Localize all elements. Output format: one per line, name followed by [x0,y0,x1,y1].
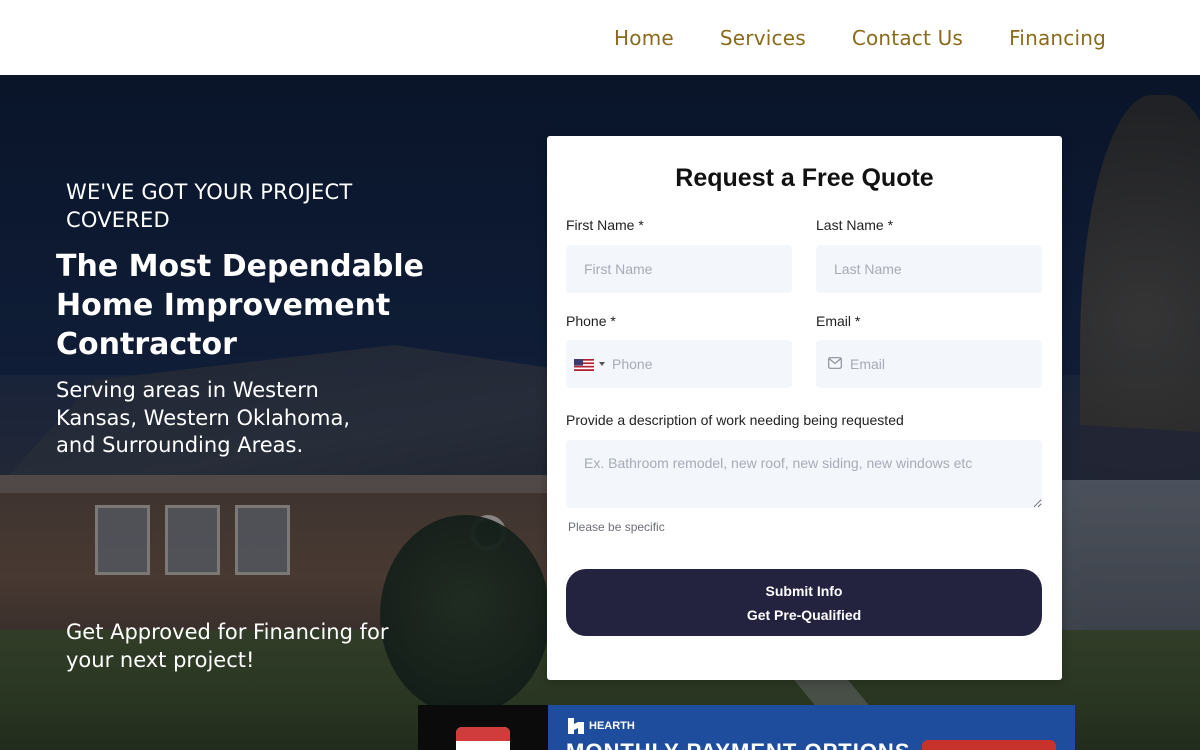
required-marker: * [887,217,894,233]
nav-financing[interactable]: Financing [1009,26,1106,50]
financing-banner-image [418,705,548,750]
email-label: Email * [816,313,860,329]
mail-icon [828,357,842,369]
description-field[interactable] [566,440,1042,508]
calendar-icon [456,727,510,750]
hero-headline: The Most Dependable Home Improvement Con… [56,249,424,362]
last-name-label-text: Last Name [816,217,884,233]
phone-field[interactable] [610,340,790,388]
submit-button[interactable]: Submit Info Get Pre-Qualified [566,569,1042,636]
phone-label-text: Phone [566,313,607,329]
country-dropdown-caret-icon[interactable] [599,362,605,366]
form-title: Request a Free Quote [675,164,934,192]
hero-eyebrow: WE'VE GOT YOUR PROJECT COVERED [66,180,353,232]
site-header: Home Services Contact Us Financing [0,0,1200,75]
first-name-label: First Name * [566,217,644,233]
phone-field-wrapper [566,340,792,388]
description-label: Provide a description of work needing be… [566,412,904,428]
us-flag-icon[interactable] [574,359,594,371]
required-marker: * [610,313,616,329]
email-field-wrapper [816,340,1042,388]
required-marker: * [638,217,644,233]
description-hint: Please be specific [568,520,665,534]
hearth-brand-name: HEARTH [589,720,635,732]
hero-subhead: Serving areas in Western Kansas, Western… [56,378,351,457]
required-marker: * [854,313,861,329]
nav-home[interactable]: Home [614,26,674,50]
last-name-field[interactable] [816,245,1042,293]
first-name-label-text: First Name [566,217,635,233]
nav-services[interactable]: Services [720,26,806,50]
quote-form: Request a Free Quote First Name * Last N… [547,136,1062,680]
nav-contact-us[interactable]: Contact Us [852,26,963,50]
phone-label: Phone * [566,313,616,329]
banner-cta-button[interactable] [922,740,1056,750]
banner-headline: MONTHLY PAYMENT OPTIONS [566,739,911,750]
email-label-text: Email [816,313,852,329]
first-name-field[interactable] [566,245,792,293]
main-nav: Home Services Contact Us Financing [614,0,1106,75]
financing-callout: Get Approved for Financing for your next… [66,620,389,672]
submit-button-label: Submit Info [765,582,843,599]
hearth-financing-banner[interactable]: HEARTH MONTHLY PAYMENT OPTIONS [548,705,1075,750]
last-name-label: Last Name * [816,217,893,233]
submit-button-sublabel: Get Pre-Qualified [746,606,862,623]
calendar-header [456,727,510,741]
hearth-logo-icon [568,718,584,734]
email-field[interactable] [848,340,1038,388]
